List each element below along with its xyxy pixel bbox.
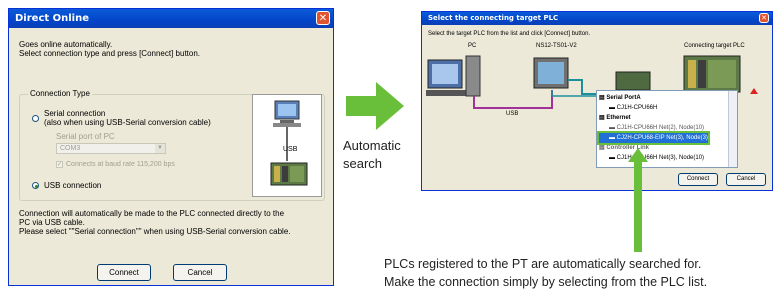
intro-line-2: Select connection type and press [Connec… xyxy=(19,49,201,58)
arrow-right-icon xyxy=(346,82,404,130)
baud-label: Connects at baud rate 115,200 bps xyxy=(66,161,175,168)
intro-line-1: Goes online automatically. xyxy=(19,40,113,49)
serial-port-select[interactable]: COM3 ▼ xyxy=(56,143,166,154)
chevron-down-icon: ▼ xyxy=(155,144,165,153)
serial-connection-radio[interactable] xyxy=(32,115,39,122)
usb-diagram-label: USB xyxy=(283,146,298,153)
dialog2-cancel-button[interactable]: Cancel xyxy=(726,173,766,186)
tree-item-label: CJ2H-CPU68-EIP Net(3), Node(3) xyxy=(616,135,708,141)
tree-item-label: Ethernet xyxy=(606,115,631,121)
usb-connection-label: USB connection xyxy=(44,181,102,190)
close-icon[interactable]: ✕ xyxy=(316,11,330,25)
close-icon[interactable]: ✕ xyxy=(759,13,769,23)
connect-button[interactable]: Connect xyxy=(97,264,151,281)
tree-item-label: CJ1H-CPU66H xyxy=(616,105,658,111)
serial-connection-label: Serial connection xyxy=(44,109,106,118)
arrow-caption-line-2: search xyxy=(343,156,383,171)
tree-item-label: CJ1H-CPU66H Net(2), Node(10) xyxy=(616,125,705,131)
tree-item[interactable]: ▬ CJ1H-CPU66H xyxy=(599,103,708,113)
tree-scrollbar[interactable] xyxy=(728,91,737,167)
note-line-1: Connection will automatically be made to… xyxy=(19,209,285,218)
dialog-titlebar: Direct Online ✕ xyxy=(9,9,333,28)
tree-item[interactable]: ▬ CJ1H-CPU66H Net(3), Node(10) xyxy=(599,153,708,163)
tree-item[interactable]: ▤ Serial PortA xyxy=(599,93,708,103)
dialog2-instruction: Select the target PLC from the list and … xyxy=(428,31,591,37)
select-target-plc-dialog: Select the connecting target PLC ✕ Selec… xyxy=(421,11,773,191)
usb-connection-diagram: USB xyxy=(252,94,322,197)
tree-item[interactable]: ▤ Ethernet xyxy=(599,113,708,123)
note-line-2: PC via USB cable. xyxy=(19,218,85,227)
bottom-caption-line-2: Make the connection simply by selecting … xyxy=(384,275,708,289)
dialog2-titlebar: Select the connecting target PLC ✕ xyxy=(422,12,772,25)
tree-item-label: Serial PortA xyxy=(606,95,641,101)
bottom-caption-line-1: PLCs registered to the PT are automatica… xyxy=(384,257,702,271)
dialog-title: Direct Online xyxy=(15,13,90,24)
baud-checkbox[interactable]: ✓ xyxy=(56,161,63,168)
tree-item-selected[interactable]: ▬ CJ2H-CPU68-EIP Net(3), Node(3) xyxy=(597,131,710,145)
dialog2-connect-button[interactable]: Connect xyxy=(678,173,718,186)
arrow-up-icon xyxy=(628,148,648,252)
dialog2-title: Select the connecting target PLC xyxy=(428,14,559,22)
tree-item[interactable]: ▬ CJ1H-CPU66H Net(2), Node(10) xyxy=(599,123,708,133)
usb-cable-label: USB xyxy=(506,111,519,117)
connection-type-legend: Connection Type xyxy=(28,89,92,98)
note-line-3: Please select ""Serial connection"" when… xyxy=(19,227,291,236)
serial-port-value: COM3 xyxy=(60,145,81,152)
cancel-button[interactable]: Cancel xyxy=(173,264,227,281)
direct-online-dialog: Direct Online ✕ Goes online automaticall… xyxy=(8,8,334,286)
serial-port-label: Serial port of PC xyxy=(56,132,115,141)
arrow-caption-line-1: Automatic xyxy=(343,138,401,153)
usb-connection-radio[interactable] xyxy=(32,182,39,189)
serial-connection-sublabel: (also when using USB-Serial conversion c… xyxy=(44,118,211,127)
tree-item[interactable]: ▤ Controller Link xyxy=(599,143,708,153)
plc-tree-list[interactable]: ▤ Serial PortA ▬ CJ1H-CPU66H ▤ Ethernet … xyxy=(596,90,738,168)
